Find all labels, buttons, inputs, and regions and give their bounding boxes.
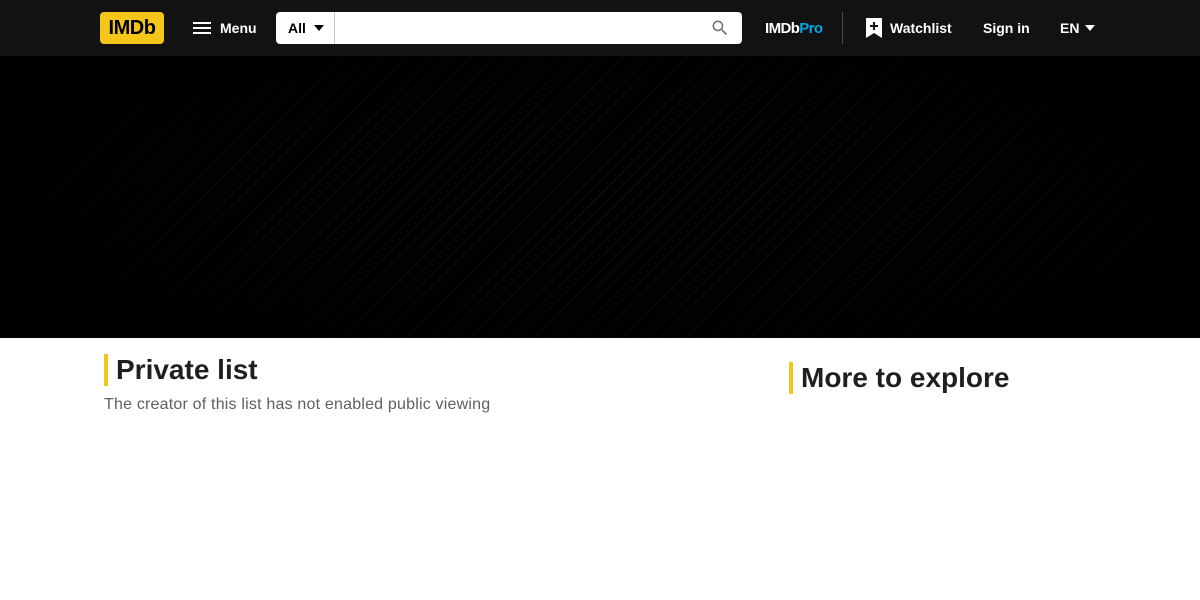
search-category-dropdown[interactable]: All <box>276 12 335 44</box>
bookmark-plus-icon <box>866 18 882 38</box>
menu-button[interactable]: Menu <box>180 12 267 44</box>
watchlist-button[interactable]: Watchlist <box>862 12 956 44</box>
imdbpro-link[interactable]: IMDb Pro <box>765 17 823 39</box>
hero-vignette <box>0 56 1200 338</box>
sidebar-title-block: More to explore <box>789 362 1009 394</box>
menu-label: Menu <box>220 20 257 36</box>
page-description: The creator of this list has not enabled… <box>104 396 491 413</box>
hero-banner <box>0 56 1200 338</box>
sign-in-button[interactable]: Sign in <box>975 12 1038 44</box>
imdb-logo[interactable]: IMDb <box>100 12 164 44</box>
nav-divider <box>842 12 843 44</box>
sidebar-title: More to explore <box>801 362 1010 393</box>
menu-icon <box>193 22 211 34</box>
search-bar: All <box>276 12 742 44</box>
search-category-label: All <box>288 20 306 36</box>
chevron-down-icon <box>313 25 324 31</box>
search-icon <box>712 20 728 36</box>
imdbpro-label-b: Pro <box>799 19 823 37</box>
page-title-block: Private list <box>104 354 258 386</box>
watchlist-label: Watchlist <box>890 20 952 36</box>
language-label: EN <box>1060 20 1080 36</box>
search-input[interactable] <box>335 12 698 44</box>
language-selector[interactable]: EN <box>1052 12 1103 44</box>
top-navigation: IMDb Menu All IMDb Pro Watchlist Sign in … <box>0 0 1200 56</box>
imdbpro-label-a: IMDb <box>765 19 800 37</box>
page-title: Private list <box>116 354 258 385</box>
chevron-down-icon <box>1085 25 1096 31</box>
search-submit-button[interactable] <box>698 12 742 44</box>
